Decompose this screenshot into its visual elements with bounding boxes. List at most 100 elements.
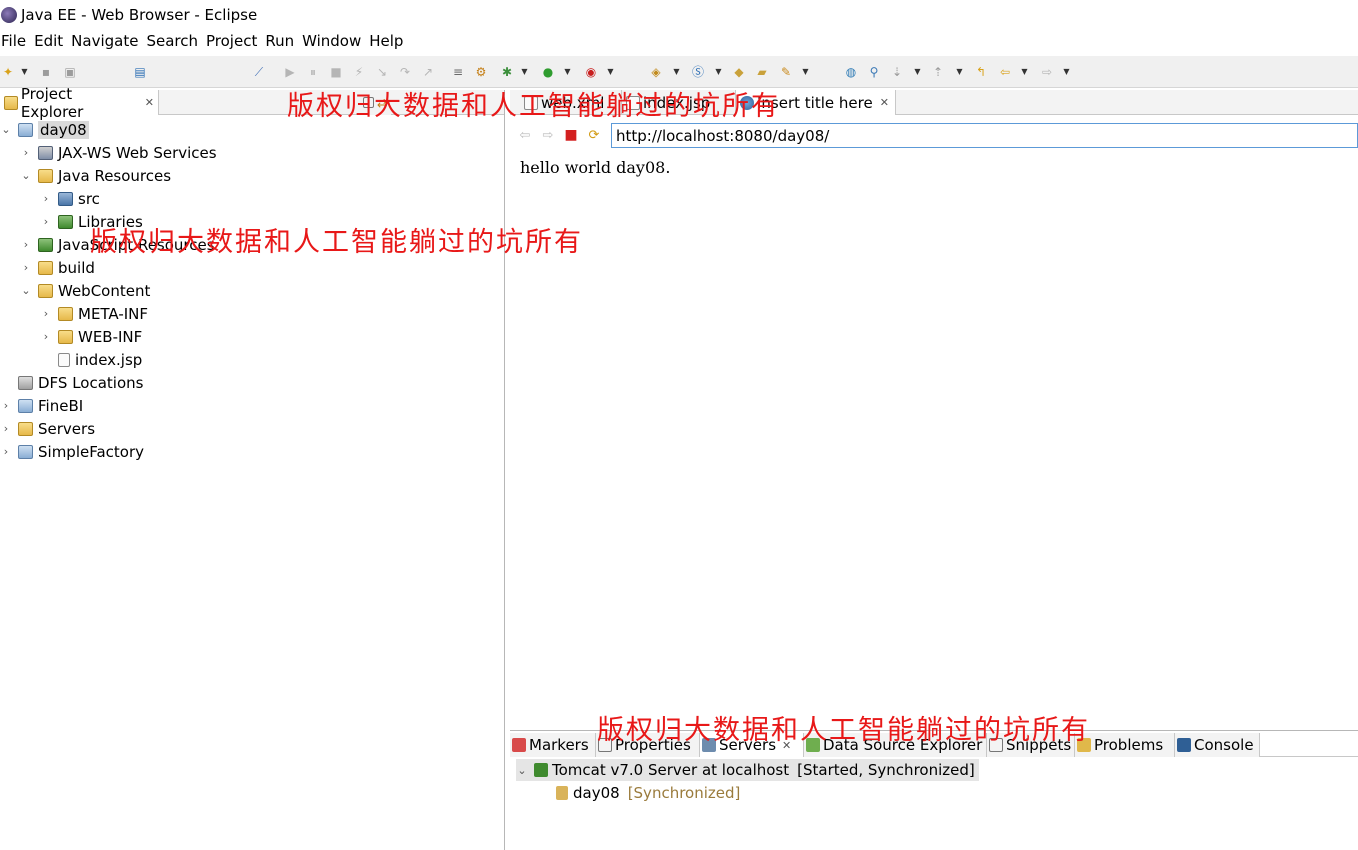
tree-item-jax-ws[interactable]: › JAX-WS Web Services — [20, 141, 217, 164]
tab-problems[interactable]: Problems — [1075, 733, 1175, 757]
tab-index-jsp[interactable]: index.jsp — [622, 90, 736, 115]
use-step-filters-icon[interactable]: ≡ — [450, 64, 466, 80]
chevron-right-icon[interactable]: › — [0, 445, 12, 458]
refresh-icon[interactable]: ⟳ — [586, 127, 602, 143]
server-row-tomcat[interactable]: ⌄ Tomcat v7.0 Server at localhost [Start… — [516, 759, 979, 781]
previous-annotation-dropdown-icon[interactable]: ▼ — [955, 64, 964, 80]
open-folder-icon[interactable]: ▰ — [754, 64, 770, 80]
next-annotation-icon[interactable]: ⇣ — [889, 64, 905, 80]
previous-annotation-icon[interactable]: ⇡ — [930, 64, 946, 80]
tree-item-day08[interactable]: ⌄ day08 — [0, 118, 89, 141]
url-input[interactable] — [611, 123, 1358, 148]
terminate-icon[interactable]: ■ — [328, 64, 344, 80]
save-all-icon[interactable]: ▣ — [62, 64, 78, 80]
server-module-day08[interactable]: day08 [Synchronized] — [556, 782, 740, 804]
run-external-icon[interactable]: ◉ — [583, 64, 599, 80]
search-icon[interactable]: ⚲ — [866, 64, 882, 80]
new-server-dropdown-icon[interactable]: ▼ — [672, 64, 681, 80]
save-icon[interactable]: ▪ — [38, 64, 54, 80]
web-browser-icon[interactable]: ◍ — [843, 64, 859, 80]
close-icon[interactable]: ✕ — [782, 739, 791, 752]
back-icon[interactable]: ⇦ — [517, 127, 533, 143]
step-into-icon[interactable]: ↘ — [374, 64, 390, 80]
back-dropdown-icon[interactable]: ▼ — [1020, 64, 1029, 80]
chevron-right-icon[interactable]: › — [40, 192, 52, 205]
tab-project-explorer[interactable]: Project Explorer ✕ — [0, 85, 159, 121]
tree-item-src[interactable]: › src — [40, 187, 100, 210]
tab-console[interactable]: Console — [1175, 733, 1260, 757]
tree-item-libraries[interactable]: › Libraries — [40, 210, 143, 233]
tree-item-java-resources[interactable]: ⌄ Java Resources — [20, 164, 171, 187]
tree-item-build[interactable]: › build — [20, 256, 95, 279]
new-icon[interactable]: ✦ — [0, 64, 16, 80]
step-return-icon[interactable]: ↗ — [420, 64, 436, 80]
tree-item-javascript-resources[interactable]: › JavaScript Resources — [20, 233, 215, 256]
back-icon[interactable]: ⇦ — [997, 64, 1013, 80]
run-icon[interactable]: ● — [540, 64, 556, 80]
tree-item-index-jsp[interactable]: index.jsp — [58, 348, 142, 371]
forward-dropdown-icon[interactable]: ▼ — [1062, 64, 1071, 80]
forward-icon[interactable]: ⇨ — [540, 127, 556, 143]
chevron-right-icon[interactable]: › — [40, 330, 52, 343]
tree-item-webcontent[interactable]: ⌄ WebContent — [20, 279, 150, 302]
chevron-right-icon[interactable]: › — [0, 422, 12, 435]
tab-insert-title-here[interactable]: Insert title here ✕ — [736, 90, 896, 115]
menu-search[interactable]: Search — [146, 32, 205, 50]
debug-dropdown-icon[interactable]: ▼ — [520, 64, 529, 80]
new-server-icon[interactable]: ◈ — [648, 64, 664, 80]
class-dropdown-icon[interactable]: ▼ — [714, 64, 723, 80]
close-icon[interactable]: ✕ — [145, 96, 154, 109]
tree-item-servers[interactable]: › Servers — [0, 417, 95, 440]
menu-window[interactable]: Window — [302, 32, 368, 50]
chevron-right-icon[interactable]: › — [40, 215, 52, 228]
resume-icon[interactable]: ▶ — [282, 64, 298, 80]
disconnect-icon[interactable]: ⚡ — [351, 64, 367, 80]
open-type-icon[interactable]: ◆ — [731, 64, 747, 80]
tree-item-meta-inf[interactable]: › META-INF — [40, 302, 148, 325]
menu-help[interactable]: Help — [369, 32, 410, 50]
suspend-icon[interactable]: ⏸ — [305, 64, 321, 80]
chevron-right-icon[interactable]: › — [20, 146, 32, 159]
chevron-right-icon[interactable]: › — [40, 307, 52, 320]
menu-run[interactable]: Run — [265, 32, 301, 50]
menu-edit[interactable]: Edit — [34, 32, 70, 50]
tab-markers[interactable]: Markers — [510, 733, 596, 757]
tree-item-dfs-locations[interactable]: DFS Locations — [18, 371, 143, 394]
next-annotation-dropdown-icon[interactable]: ▼ — [913, 64, 922, 80]
skip-breakpoints-icon[interactable]: ⟋ — [251, 64, 267, 80]
build-icon[interactable]: ⚙ — [473, 64, 489, 80]
tree-item-web-inf[interactable]: › WEB-INF — [40, 325, 143, 348]
menu-navigate[interactable]: Navigate — [71, 32, 145, 50]
chevron-right-icon[interactable]: › — [20, 261, 32, 274]
chevron-down-icon[interactable]: ⌄ — [516, 764, 528, 777]
chevron-down-icon[interactable]: ⌄ — [0, 123, 12, 136]
chevron-down-icon[interactable]: ⌄ — [20, 284, 32, 297]
tab-data-source-explorer[interactable]: Data Source Explorer — [804, 733, 987, 757]
tab-properties[interactable]: Properties — [596, 733, 700, 757]
forward-icon[interactable]: ⇨ — [1039, 64, 1055, 80]
new-dropdown-icon[interactable]: ▼ — [20, 64, 29, 80]
chevron-right-icon[interactable]: › — [0, 399, 12, 412]
tree-item-finebi[interactable]: › FineBI — [0, 394, 83, 417]
chevron-right-icon[interactable]: › — [20, 238, 32, 251]
task-dropdown-icon[interactable]: ▼ — [801, 64, 810, 80]
menu-project[interactable]: Project — [206, 32, 264, 50]
run-dropdown-icon[interactable]: ▼ — [563, 64, 572, 80]
menu-file[interactable]: File — [0, 32, 33, 50]
chevron-down-icon[interactable]: ⌄ — [20, 169, 32, 182]
collapse-all-icon[interactable] — [363, 97, 374, 108]
terminal-icon[interactable]: ▤ — [132, 64, 148, 80]
step-over-icon[interactable]: ↷ — [397, 64, 413, 80]
debug-icon[interactable]: ✱ — [499, 64, 515, 80]
tree-item-simplefactory[interactable]: › SimpleFactory — [0, 440, 144, 463]
tab-servers[interactable]: Servers ✕ — [700, 733, 804, 757]
external-dropdown-icon[interactable]: ▼ — [606, 64, 615, 80]
stop-icon[interactable]: ■ — [563, 127, 579, 143]
tab-snippets[interactable]: Snippets — [987, 733, 1075, 757]
link-with-editor-icon[interactable]: ⇄ — [377, 96, 387, 110]
open-task-icon[interactable]: ✎ — [778, 64, 794, 80]
new-java-class-icon[interactable]: Ⓢ — [690, 64, 706, 80]
close-icon[interactable]: ✕ — [880, 96, 889, 109]
last-edit-location-icon[interactable]: ↰ — [973, 64, 989, 80]
tab-web-xml[interactable]: web.xml — [520, 90, 622, 115]
